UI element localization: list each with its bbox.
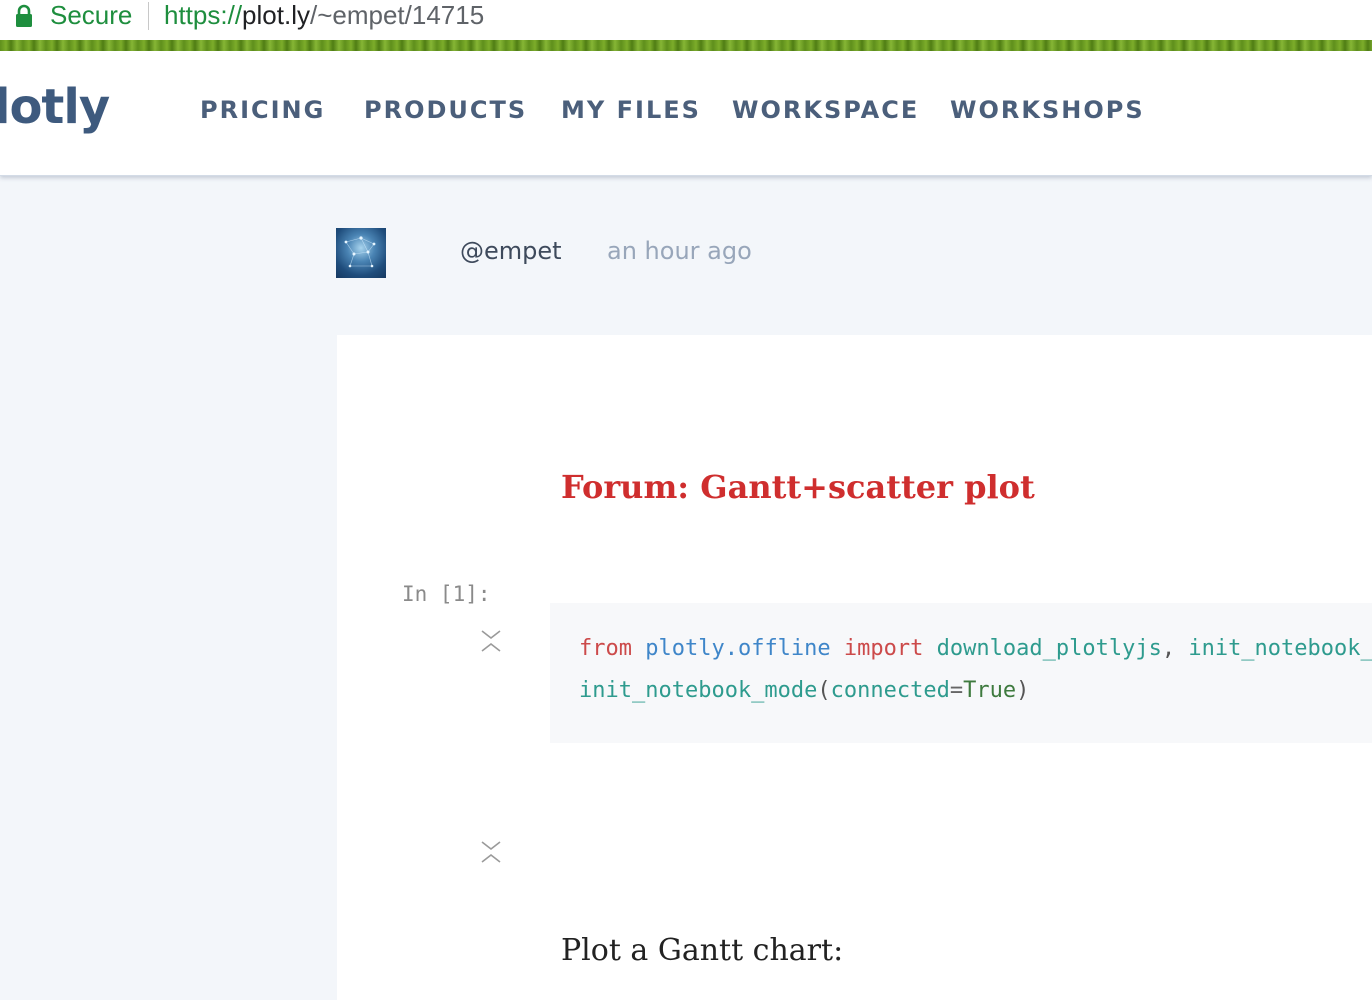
url-text[interactable]: https://plot.ly/~empet/14715: [164, 0, 484, 31]
markdown-subheading: Plot a Gantt chart:: [561, 933, 844, 968]
code-import-name-1: download_plotlyjs: [936, 636, 1162, 661]
code-import-name-2: init_notebook_mode: [1188, 636, 1372, 661]
url-path: /~empet/14715: [309, 0, 485, 30]
code-keyword-import: import: [843, 636, 924, 661]
notebook-title: Forum: Gantt+scatter plot: [561, 468, 1035, 506]
avatar-network-graphic: [344, 236, 376, 268]
secure-label: Secure: [50, 0, 133, 30]
notebook-panel: Forum: Gantt+scatter plot In [1]: from p…: [337, 335, 1372, 1000]
code-argument-name: connected: [830, 678, 950, 703]
url-host: plot.ly: [242, 0, 310, 30]
code-equals: =: [949, 678, 964, 703]
code-function-call: init_notebook_mode: [579, 678, 818, 703]
cell-prompt: In [1]:: [402, 582, 491, 606]
collapse-cell-icon-2[interactable]: [479, 839, 503, 865]
plotly-logo[interactable]: lotly: [0, 77, 110, 137]
nav-item-my-files[interactable]: MY FILES: [561, 95, 701, 125]
url-divider: [148, 2, 149, 30]
code-keyword-from: from: [579, 636, 632, 661]
url-scheme: https://: [164, 0, 243, 30]
code-comma: ,: [1161, 636, 1176, 661]
code-cell[interactable]: from plotly.offline import download_plot…: [550, 603, 1372, 743]
code-lparen: (: [817, 678, 831, 703]
post-timestamp: an hour ago: [607, 237, 752, 265]
code-line-1: from plotly.offline import download_plot…: [579, 635, 1372, 663]
collapse-cell-icon[interactable]: [479, 628, 503, 654]
avatar[interactable]: [336, 228, 386, 278]
nav-item-products[interactable]: PRODUCTS: [364, 95, 527, 125]
nav-item-workspace[interactable]: WORKSPACE: [732, 95, 919, 125]
code-line-2: init_notebook_mode(connected=True): [579, 677, 1029, 705]
code-rparen: ): [1016, 678, 1030, 703]
top-navbar: lotly PRICING PRODUCTS MY FILES WORKSPAC…: [0, 51, 1372, 176]
browser-viewport: Secure https://plot.ly/~empet/14715 lotl…: [0, 0, 1372, 1000]
author-username[interactable]: @empet: [460, 236, 562, 266]
decorative-banner-strip: [0, 40, 1372, 51]
code-module-name: plotly.offline: [645, 636, 831, 661]
address-bar[interactable]: Secure https://plot.ly/~empet/14715: [0, 0, 1372, 40]
code-argument-value: True: [963, 678, 1017, 703]
lock-icon: [16, 4, 32, 27]
nav-item-workshops[interactable]: WORKSHOPS: [950, 95, 1145, 125]
nav-item-pricing[interactable]: PRICING: [200, 95, 325, 125]
